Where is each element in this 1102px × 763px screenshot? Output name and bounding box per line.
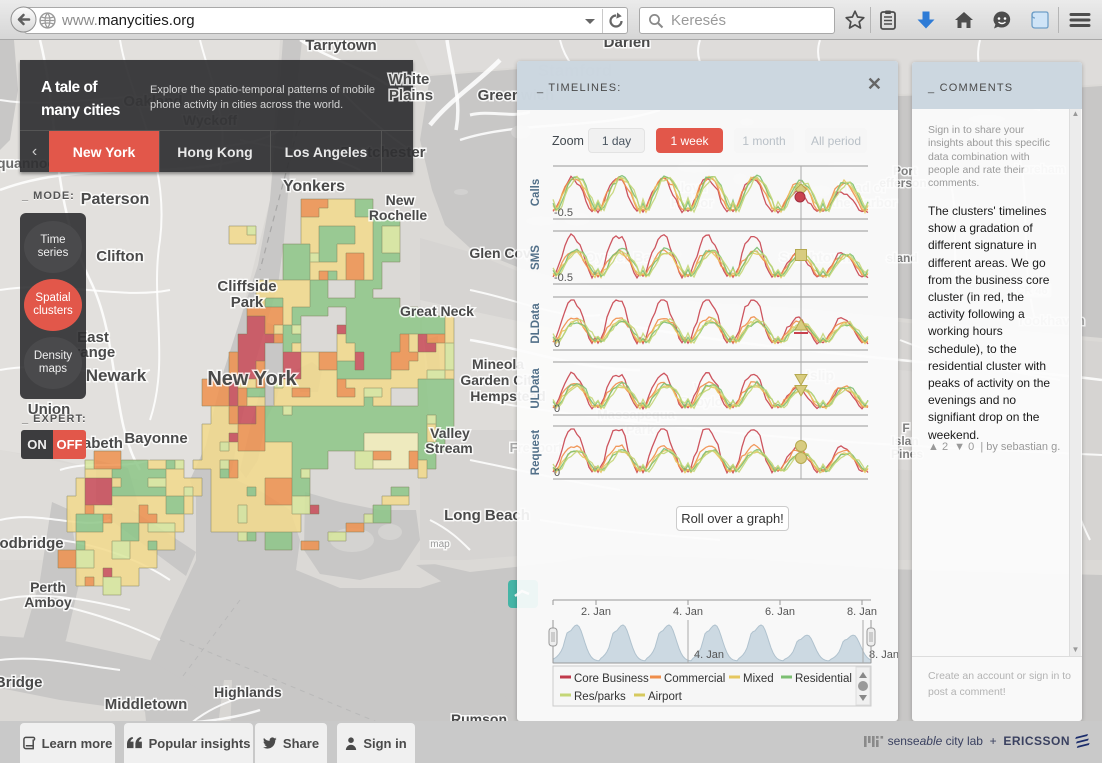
- svg-text:0: 0: [554, 338, 560, 350]
- svg-text:Paterson: Paterson: [81, 191, 149, 208]
- svg-text:Res/parks: Res/parks: [574, 691, 626, 703]
- svg-text:Tarrytown: Tarrytown: [305, 40, 376, 54]
- svg-text:White: White: [389, 71, 430, 88]
- svg-text:Cliffside: Cliffside: [217, 278, 276, 295]
- svg-text:Woodbridge: Woodbridge: [0, 535, 64, 552]
- svg-text:Darien: Darien: [604, 40, 651, 51]
- svg-text:Perth: Perth: [30, 579, 66, 595]
- svg-text:Stream: Stream: [425, 440, 472, 456]
- svg-text:-0.5: -0.5: [554, 207, 573, 219]
- svg-text:Calls: Calls: [530, 179, 542, 207]
- svg-text:Mixed: Mixed: [743, 673, 774, 685]
- svg-text:Amboy: Amboy: [24, 594, 72, 610]
- svg-text:ULData: ULData: [530, 368, 542, 409]
- svg-text:Core Business: Core Business: [574, 673, 649, 685]
- svg-text:6. Jan: 6. Jan: [765, 606, 795, 618]
- svg-text:4. Jan: 4. Jan: [694, 649, 724, 661]
- svg-text:Residential: Residential: [795, 673, 852, 685]
- svg-text:SMS: SMS: [530, 245, 542, 270]
- svg-text:2. Jan: 2. Jan: [581, 606, 611, 618]
- svg-text:Commercial: Commercial: [664, 673, 725, 685]
- svg-text:map: map: [430, 539, 450, 550]
- svg-text:Clifton: Clifton: [96, 248, 143, 265]
- svg-text:New: New: [386, 192, 415, 208]
- svg-text:8. Jan: 8. Jan: [869, 649, 898, 661]
- svg-text:Great Neck: Great Neck: [400, 303, 474, 319]
- svg-text:0: 0: [554, 467, 560, 479]
- svg-text:Bayonne: Bayonne: [124, 430, 187, 447]
- svg-text:Airport: Airport: [648, 691, 683, 703]
- svg-text:4. Jan: 4. Jan: [673, 606, 703, 618]
- svg-text:Newark: Newark: [86, 366, 147, 385]
- svg-text:-0.5: -0.5: [554, 272, 573, 284]
- svg-text:New York: New York: [207, 368, 297, 390]
- svg-text:Rochelle: Rochelle: [369, 207, 428, 223]
- svg-text:Middletown: Middletown: [105, 696, 188, 713]
- svg-text:Yonkers: Yonkers: [283, 178, 345, 195]
- svg-text:Highlands: Highlands: [214, 684, 282, 700]
- svg-text:Park: Park: [231, 294, 264, 311]
- svg-text:F: F: [902, 421, 909, 435]
- svg-text:Plains: Plains: [389, 87, 433, 104]
- svg-text:DLData: DLData: [530, 303, 542, 344]
- svg-text:0: 0: [554, 403, 560, 415]
- svg-text:Request: Request: [530, 430, 542, 476]
- svg-text:Valley: Valley: [430, 425, 470, 441]
- svg-text:d Bridge: d Bridge: [0, 674, 42, 691]
- svg-text:8. Jan: 8. Jan: [847, 606, 877, 618]
